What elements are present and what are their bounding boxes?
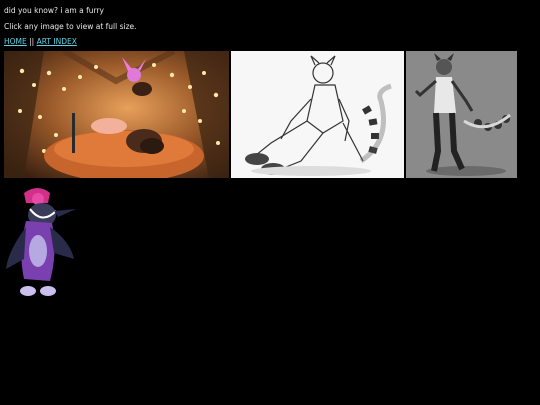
gallery-thumbnail-standing-figure[interactable] [406, 51, 517, 178]
gallery-thumbnail-sketch[interactable] [231, 51, 404, 178]
gallery-thumbnail-tent[interactable] [4, 51, 229, 178]
nav-links: HOME || ART INDEX [4, 37, 77, 46]
standing-figure-image [406, 51, 517, 178]
home-link[interactable]: HOME [4, 37, 27, 46]
nav-separator: || [29, 37, 35, 46]
instructions-text: Click any image to view at full size. [4, 22, 137, 31]
tent-scene-image [4, 51, 229, 178]
purple-character-image [4, 181, 80, 302]
intro-text: did you know? i am a furry [4, 6, 104, 15]
page: did you know? i am a furry Click any ima… [0, 0, 540, 405]
art-index-link[interactable]: ART INDEX [37, 37, 77, 46]
gallery-thumbnail-purple-character[interactable] [4, 181, 80, 302]
sketch-image [231, 51, 404, 178]
